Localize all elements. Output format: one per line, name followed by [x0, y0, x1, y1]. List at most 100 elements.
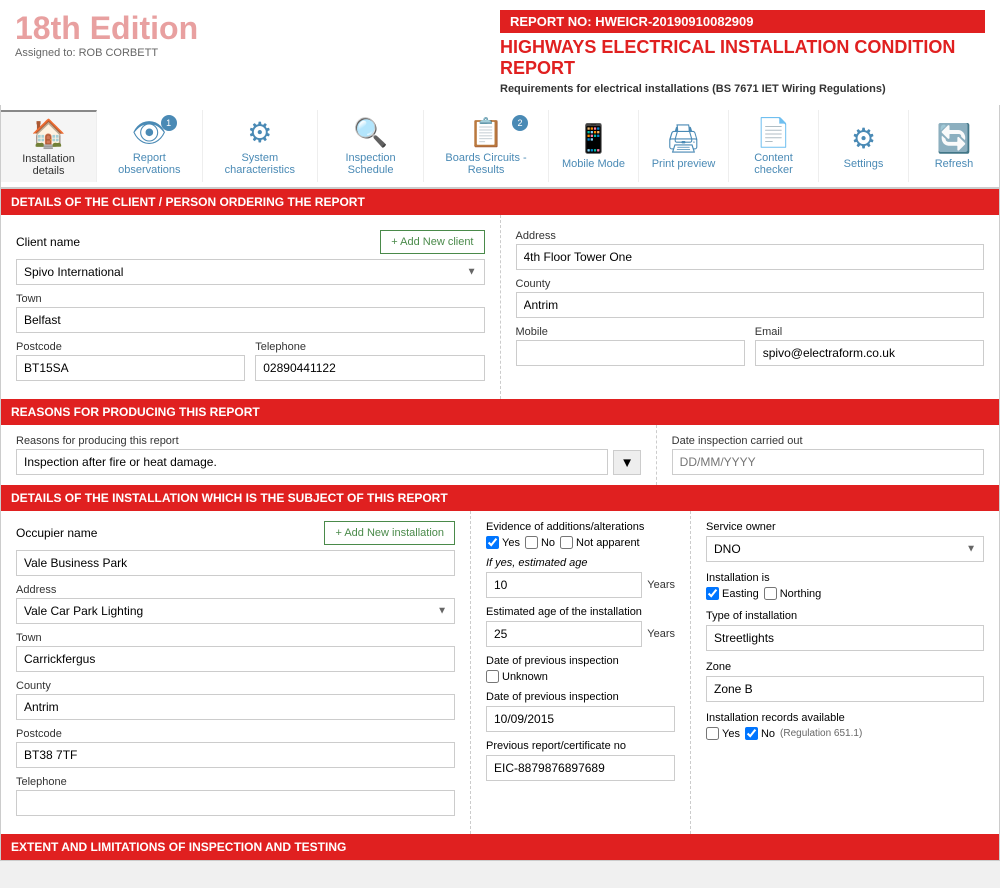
unknown-label[interactable]: Unknown: [486, 670, 548, 683]
installation-records-checkboxes: Yes No (Regulation 651.1): [706, 727, 984, 740]
client-name-select[interactable]: Spivo International: [16, 259, 485, 285]
install-address-group: Address Vale Car Park Lighting: [16, 584, 455, 624]
email-label: Email: [755, 326, 984, 338]
easting-label[interactable]: Easting: [706, 587, 759, 600]
install-right-col: Service owner DNO Installation is Eastin…: [691, 511, 999, 834]
app-header: 18th Edition Assigned to: ROB CORBETT RE…: [0, 0, 1000, 105]
zone-input[interactable]: [706, 676, 984, 702]
prev-report-label: Previous report/certificate no: [486, 740, 675, 752]
evidence-no-label[interactable]: No: [525, 536, 555, 549]
service-owner-select[interactable]: DNO: [706, 536, 984, 562]
mobile-email-row: Mobile Email: [516, 326, 985, 366]
clipboard-icon: 📋: [469, 116, 504, 149]
email-input[interactable]: [755, 340, 984, 366]
tab-boards-circuits-results[interactable]: 📋 2 Boards Circuits - Results: [424, 110, 549, 182]
type-of-installation-input[interactable]: [706, 625, 984, 651]
tab-label: Refresh: [935, 158, 974, 170]
print-icon: 🖨: [666, 122, 702, 155]
northing-checkbox[interactable]: [764, 587, 777, 600]
header-left: 18th Edition Assigned to: ROB CORBETT: [15, 10, 500, 59]
evidence-yes-label[interactable]: Yes: [486, 536, 520, 549]
telephone-label: Telephone: [255, 341, 484, 353]
prev-report-input[interactable]: [486, 755, 675, 781]
evidence-no-checkbox[interactable]: [525, 536, 538, 549]
date-inspection-input[interactable]: [672, 449, 984, 475]
mobile-input[interactable]: [516, 340, 745, 366]
install-county-input[interactable]: [16, 694, 455, 720]
date-prev-inspection-input[interactable]: [486, 706, 675, 732]
service-owner-label: Service owner: [706, 521, 984, 533]
install-town-input[interactable]: [16, 646, 455, 672]
tab-inspection-schedule[interactable]: 🔍 Inspection Schedule: [318, 110, 424, 182]
main-content: DETAILS OF THE CLIENT / PERSON ORDERING …: [0, 188, 1000, 861]
install-address-select[interactable]: Vale Car Park Lighting: [16, 598, 455, 624]
tab-settings[interactable]: ⚙ Settings: [819, 110, 909, 182]
town-label: Town: [16, 293, 485, 305]
address-input[interactable]: [516, 244, 985, 270]
address-group: Address: [516, 230, 985, 270]
occupier-name-input[interactable]: [16, 550, 455, 576]
install-telephone-input[interactable]: [16, 790, 455, 816]
email-group: Email: [755, 326, 984, 366]
tab-content-checker[interactable]: 📄 Content checker: [729, 110, 819, 182]
tab-system-characteristics[interactable]: ⚙ System characteristics: [203, 110, 318, 182]
install-postcode-input[interactable]: [16, 742, 455, 768]
add-new-client-button[interactable]: + Add New client: [380, 230, 484, 254]
client-right-col: Address County Mobile Email: [501, 215, 1000, 399]
regulation-label: (Regulation 651.1): [780, 728, 862, 739]
estimated-age-label: Estimated age of the installation: [486, 606, 675, 618]
evidence-checkboxes: Yes No Not apparent: [486, 536, 675, 549]
years-label-1: Years: [647, 579, 675, 591]
tab-print-preview[interactable]: 🖨 Print preview: [639, 110, 729, 182]
installation-records-label: Installation records available: [706, 712, 984, 724]
mobile-group: Mobile: [516, 326, 745, 366]
evidence-not-apparent-checkbox[interactable]: [560, 536, 573, 549]
install-town-label: Town: [16, 632, 455, 644]
records-yes-checkbox[interactable]: [706, 727, 719, 740]
client-left-col: Client name + Add New client Spivo Inter…: [1, 215, 501, 399]
installation-section-header: DETAILS OF THE INSTALLATION WHICH IS THE…: [1, 485, 999, 511]
postcode-input[interactable]: [16, 355, 245, 381]
town-input[interactable]: [16, 307, 485, 333]
county-input[interactable]: [516, 292, 985, 318]
easting-checkbox[interactable]: [706, 587, 719, 600]
tab-refresh[interactable]: 🔄 Refresh: [909, 110, 999, 182]
tab-report-observations[interactable]: 👁 1 Report observations: [97, 110, 203, 182]
document-icon: 📄: [756, 116, 791, 149]
records-no-label[interactable]: No: [745, 727, 775, 740]
service-owner-select-wrapper: DNO: [706, 536, 984, 562]
evidence-label: Evidence of additions/alterations: [486, 521, 675, 533]
badge-1: 1: [161, 115, 177, 131]
northing-label[interactable]: Northing: [764, 587, 822, 600]
tab-label: Content checker: [739, 152, 808, 176]
install-town-group: Town: [16, 632, 455, 672]
mobile-label: Mobile: [516, 326, 745, 338]
estimated-age-input[interactable]: [486, 621, 642, 647]
unknown-checkbox-group: Unknown: [486, 670, 675, 683]
report-no: REPORT NO: HWEICR-20190910082909: [510, 14, 754, 29]
settings-icon: ⚙: [851, 122, 876, 155]
install-address-select-wrapper: Vale Car Park Lighting: [16, 598, 455, 624]
install-mid-col: Evidence of additions/alterations Yes No…: [471, 511, 691, 834]
unknown-checkbox[interactable]: [486, 670, 499, 683]
reasons-form: Reasons for producing this report ▼ Date…: [1, 425, 999, 485]
add-new-installation-button[interactable]: + Add New installation: [324, 521, 455, 545]
client-form: Client name + Add New client Spivo Inter…: [1, 215, 999, 399]
reasons-dropdown-button[interactable]: ▼: [613, 450, 640, 475]
address-label: Address: [516, 230, 985, 242]
evidence-yes-checkbox[interactable]: [486, 536, 499, 549]
client-name-header-row: Client name + Add New client: [16, 225, 485, 259]
town-group: Town: [16, 293, 485, 333]
type-of-installation-label: Type of installation: [706, 610, 984, 622]
if-yes-age-input[interactable]: [486, 572, 642, 598]
evidence-not-apparent-label[interactable]: Not apparent: [560, 536, 640, 549]
reasons-input[interactable]: [16, 449, 608, 475]
records-yes-label[interactable]: Yes: [706, 727, 740, 740]
tab-installation-details[interactable]: 🏠 Installation details: [1, 110, 97, 182]
telephone-input[interactable]: [255, 355, 484, 381]
tab-mobile-mode[interactable]: 📱 Mobile Mode: [549, 110, 639, 182]
refresh-icon: 🔄: [937, 122, 972, 155]
search-icon: 🔍: [353, 116, 388, 149]
reasons-group: Reasons for producing this report ▼: [16, 435, 641, 475]
records-no-checkbox[interactable]: [745, 727, 758, 740]
